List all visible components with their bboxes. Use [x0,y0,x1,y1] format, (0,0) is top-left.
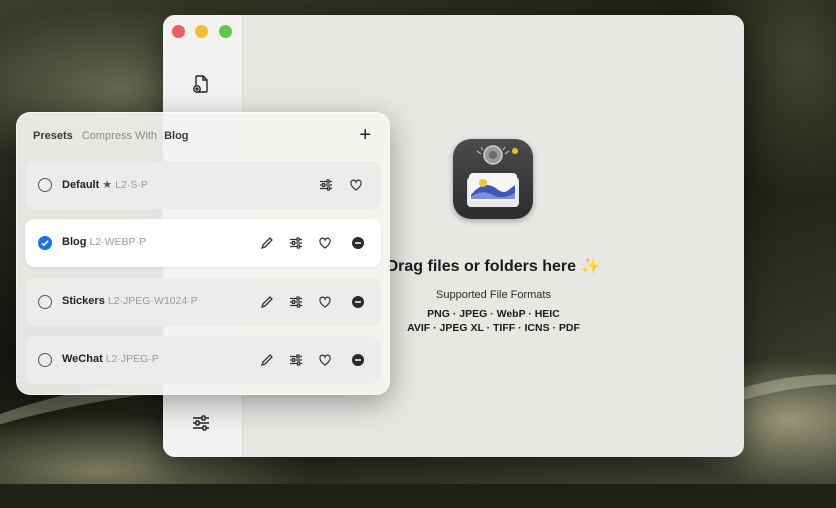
pencil-icon[interactable] [258,351,276,369]
preset-name: Stickers L2·JPEG·W1024·P [62,295,198,307]
heart-icon[interactable] [316,293,334,311]
remove-icon[interactable] [349,234,367,252]
pencil-icon[interactable] [258,234,276,252]
sparkle-icon: ✨ [580,258,601,275]
preset-name: WeChat L2·JPEG·P [62,353,159,365]
sliders-icon[interactable] [287,351,305,369]
sliders-icon[interactable] [317,176,335,194]
add-preset-button[interactable]: + [359,125,371,145]
preset-meta: L2·WEBP·P [89,236,147,248]
maximize-window-button[interactable] [219,25,232,38]
preset-row-wechat[interactable]: WeChat L2·JPEG·P [25,336,381,384]
pencil-icon[interactable] [258,293,276,311]
compress-with-label: Compress With [81,130,158,142]
presets-popover: Presets Compress With Blog + Default ★ L2·… [16,112,390,395]
popover-header: Presets Compress With Blog [33,130,189,142]
preset-meta: L2·JPEG·P [105,353,159,365]
heart-icon[interactable] [347,176,365,194]
sliders-icon[interactable] [287,293,305,311]
remove-icon[interactable] [349,351,367,369]
current-preset-label: Blog [164,130,189,142]
preset-radio[interactable] [38,295,52,309]
heart-icon[interactable] [316,351,334,369]
new-document-icon[interactable] [190,73,212,95]
preset-row-default[interactable]: Default ★ L2·S·P [25,161,381,209]
preset-meta: L2·JPEG·W1024·P [107,295,198,307]
remove-icon[interactable] [349,293,367,311]
preset-row-stickers[interactable]: Stickers L2·JPEG·W1024·P [25,278,381,326]
minimize-window-button[interactable] [195,25,208,38]
preset-radio[interactable] [38,353,52,367]
preset-name: Default ★ L2·S·P [62,179,148,191]
close-window-button[interactable] [172,25,185,38]
sliders-icon[interactable] [190,412,212,434]
heart-icon[interactable] [316,234,334,252]
preset-radio[interactable] [38,178,52,192]
preset-name: Blog L2·WEBP·P [62,236,147,248]
presets-title: Presets [33,130,73,142]
preset-radio-checked[interactable] [38,236,52,250]
preset-meta: L2·S·P [115,179,148,191]
star-icon: ★ [102,179,113,191]
sliders-icon[interactable] [287,234,305,252]
preset-row-blog[interactable]: Blog L2·WEBP·P [25,219,381,267]
app-logo-icon [453,139,533,219]
